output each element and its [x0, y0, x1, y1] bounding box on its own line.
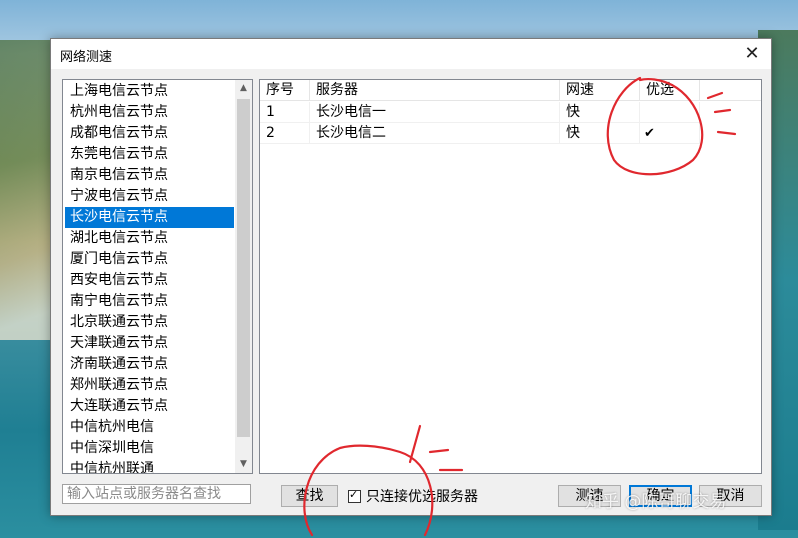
- list-item[interactable]: 湖北电信云节点: [65, 228, 234, 249]
- only-preferred-checkbox[interactable]: [348, 488, 361, 503]
- list-item[interactable]: 中信杭州电信: [65, 417, 234, 438]
- only-preferred-label: 只连接优选服务器: [366, 489, 478, 505]
- scrollbar-thumb[interactable]: [237, 99, 250, 437]
- table-row[interactable]: 1 长沙电信一 快: [260, 102, 700, 123]
- network-speed-dialog: 网络测速 ✕ 上海电信云节点 杭州电信云节点 成都电信云节点 东莞电信云节点 南京电信云…: [50, 38, 772, 516]
- list-item[interactable]: 宁波电信云节点: [65, 186, 234, 207]
- scroll-down-icon[interactable]: ▼: [235, 456, 252, 473]
- list-item[interactable]: 厦门电信云节点: [65, 249, 234, 270]
- server-table: 序号 服务器 网速 优选 1 长沙电信一 快 2 长沙电信二 快 ✔: [259, 79, 762, 474]
- header-index[interactable]: 序号: [260, 80, 310, 101]
- close-icon[interactable]: ✕: [741, 43, 763, 65]
- watermark: 知乎 @陈哥聊交易: [585, 492, 727, 512]
- list-item[interactable]: 郑州联通云节点: [65, 375, 234, 396]
- row-server: 长沙电信一: [310, 102, 560, 123]
- list-item[interactable]: 天津联通云节点: [65, 333, 234, 354]
- table-header: 序号 服务器 网速 优选: [260, 80, 761, 102]
- list-item[interactable]: 杭州电信云节点: [65, 102, 234, 123]
- list-item[interactable]: 南京电信云节点: [65, 165, 234, 186]
- search-input[interactable]: [62, 484, 251, 504]
- site-list[interactable]: 上海电信云节点 杭州电信云节点 成都电信云节点 东莞电信云节点 南京电信云节点 宁波电信云…: [62, 79, 253, 474]
- only-preferred-option[interactable]: 只连接优选服务器: [348, 487, 478, 505]
- header-preferred[interactable]: 优选: [640, 80, 700, 101]
- checkmark-icon[interactable]: ✔: [640, 123, 700, 144]
- row-speed: 快: [560, 123, 640, 144]
- header-server[interactable]: 服务器: [310, 80, 560, 101]
- list-item[interactable]: 济南联通云节点: [65, 354, 234, 375]
- list-item[interactable]: 南宁电信云节点: [65, 291, 234, 312]
- list-item[interactable]: 中信杭州联通: [65, 459, 234, 473]
- row-speed: 快: [560, 102, 640, 123]
- row-index: 1: [260, 102, 310, 123]
- list-item[interactable]: 中信深圳电信: [65, 438, 234, 459]
- find-button[interactable]: 查找: [281, 485, 338, 507]
- table-row[interactable]: 2 长沙电信二 快 ✔: [260, 123, 700, 144]
- list-item[interactable]: 西安电信云节点: [65, 270, 234, 291]
- site-list-items: 上海电信云节点 杭州电信云节点 成都电信云节点 东莞电信云节点 南京电信云节点 宁波电信云…: [65, 81, 234, 473]
- list-item[interactable]: 大连联通云节点: [65, 396, 234, 417]
- window-title: 网络测速: [60, 50, 113, 65]
- list-item[interactable]: 长沙电信云节点: [65, 207, 234, 228]
- list-item[interactable]: 成都电信云节点: [65, 123, 234, 144]
- header-speed[interactable]: 网速: [560, 80, 640, 101]
- row-preferred[interactable]: [640, 102, 700, 123]
- row-server: 长沙电信二: [310, 123, 560, 144]
- list-item[interactable]: 北京联通云节点: [65, 312, 234, 333]
- site-list-scrollbar[interactable]: ▲ ▼: [235, 80, 252, 473]
- list-item[interactable]: 上海电信云节点: [65, 81, 234, 102]
- title-bar: 网络测速 ✕: [51, 39, 771, 69]
- list-item[interactable]: 东莞电信云节点: [65, 144, 234, 165]
- scroll-up-icon[interactable]: ▲: [235, 80, 252, 97]
- row-index: 2: [260, 123, 310, 144]
- header-filler: [700, 80, 761, 101]
